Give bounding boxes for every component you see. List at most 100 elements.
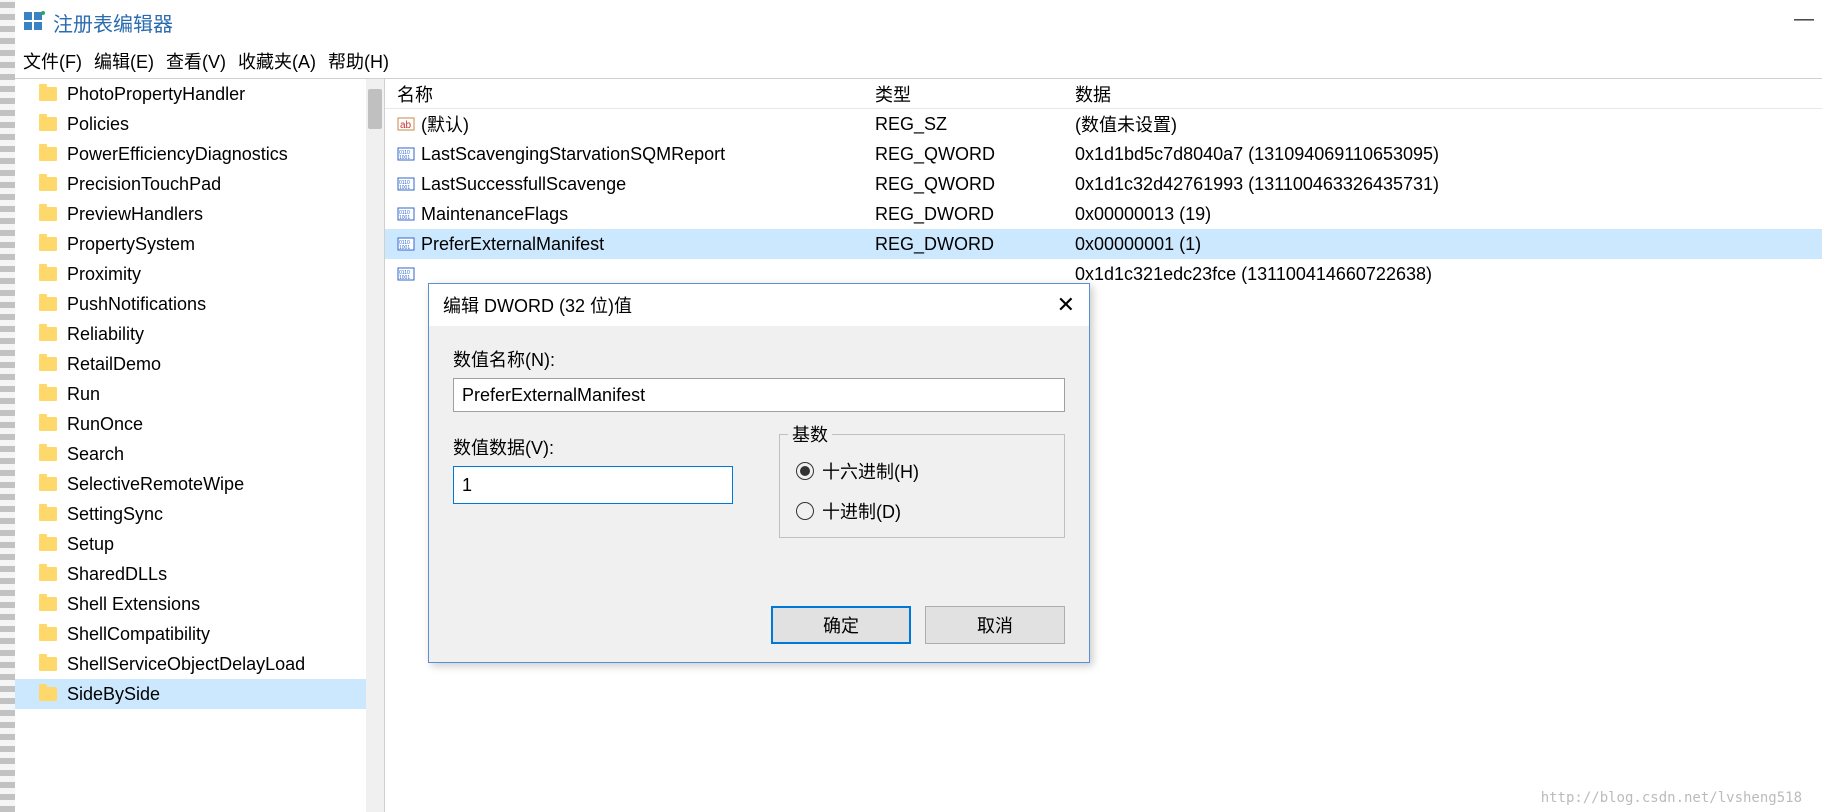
tree-item[interactable]: PreviewHandlers — [15, 199, 384, 229]
string-value-icon: ab — [397, 115, 415, 133]
dialog-titlebar[interactable]: 编辑 DWORD (32 位)值 ✕ — [429, 284, 1089, 326]
tree-item[interactable]: PushNotifications — [15, 289, 384, 319]
tree-item[interactable]: RetailDemo — [15, 349, 384, 379]
tree-item[interactable]: PhotoPropertyHandler — [15, 79, 384, 109]
tree-item[interactable]: Shell Extensions — [15, 589, 384, 619]
radio-hex-icon — [796, 462, 814, 480]
tree-item[interactable]: ShellServiceObjectDelayLoad — [15, 649, 384, 679]
value-name: LastScavengingStarvationSQMReport — [421, 144, 725, 165]
cancel-button[interactable]: 取消 — [925, 606, 1065, 644]
base-label: 基数 — [788, 421, 832, 447]
value-data: 0x00000001 (1) — [1075, 234, 1822, 255]
list-row[interactable]: 01101001MaintenanceFlagsREG_DWORD0x00000… — [385, 199, 1822, 229]
folder-icon — [39, 87, 57, 101]
dialog-buttons: 确定 取消 — [771, 606, 1065, 644]
tree-item-label: SideBySide — [67, 684, 160, 705]
tree-item[interactable]: Policies — [15, 109, 384, 139]
tree-item-label: Setup — [67, 534, 114, 555]
ok-button[interactable]: 确定 — [771, 606, 911, 644]
folder-icon — [39, 387, 57, 401]
tree-item[interactable]: PropertySystem — [15, 229, 384, 259]
tree-item-label: RetailDemo — [67, 354, 161, 375]
tree-item-label: PushNotifications — [67, 294, 206, 315]
header-type[interactable]: 类型 — [875, 81, 1075, 107]
tree-item-label: SettingSync — [67, 504, 163, 525]
tree-item[interactable]: Setup — [15, 529, 384, 559]
radio-dec[interactable]: 十进制(D) — [796, 491, 1048, 531]
edit-dword-dialog: 编辑 DWORD (32 位)值 ✕ 数值名称(N): 数值数据(V): 基数 — [428, 283, 1090, 663]
dialog-title: 编辑 DWORD (32 位)值 — [443, 292, 632, 318]
tree-item[interactable]: RunOnce — [15, 409, 384, 439]
binary-value-icon: 01101001 — [397, 265, 415, 283]
screenshot-left-strip — [0, 0, 15, 812]
svg-text:1001: 1001 — [399, 215, 410, 221]
value-type: REG_SZ — [875, 114, 1075, 135]
tree-item[interactable]: PrecisionTouchPad — [15, 169, 384, 199]
tree-item[interactable]: Proximity — [15, 259, 384, 289]
folder-icon — [39, 267, 57, 281]
tree-item-label: PreviewHandlers — [67, 204, 203, 225]
tree-item[interactable]: PowerEfficiencyDiagnostics — [15, 139, 384, 169]
value-name: PreferExternalManifest — [421, 234, 604, 255]
minimize-button[interactable]: — — [1794, 8, 1814, 31]
menu-favorites[interactable]: 收藏夹(A) — [238, 48, 316, 74]
registry-tree-panel[interactable]: PhotoPropertyHandler Policies PowerEfficie… — [15, 79, 385, 812]
svg-text:1001: 1001 — [399, 185, 410, 191]
tree-item[interactable]: Search — [15, 439, 384, 469]
value-type: REG_DWORD — [875, 234, 1075, 255]
value-data-label: 数值数据(V): — [453, 434, 739, 460]
list-row[interactable]: 01101001 PreferExternalManifest REG_DWORD0… — [385, 229, 1822, 259]
folder-icon — [39, 597, 57, 611]
scrollbar-thumb[interactable] — [368, 89, 382, 129]
folder-icon — [39, 327, 57, 341]
close-icon[interactable]: ✕ — [1057, 292, 1075, 318]
tree-item[interactable]: SideBySide — [15, 679, 384, 709]
tree-item[interactable]: SelectiveRemoteWipe — [15, 469, 384, 499]
menu-view[interactable]: 查看(V) — [166, 48, 226, 74]
folder-icon — [39, 417, 57, 431]
folder-icon — [39, 147, 57, 161]
radio-hex[interactable]: 十六进制(H) — [796, 451, 1048, 491]
list-row[interactable]: 01101001LastSuccessfullScavengeREG_QWORD… — [385, 169, 1822, 199]
binary-value-icon: 01101001 — [397, 235, 415, 253]
radio-hex-label: 十六进制(H) — [822, 458, 919, 484]
tree-item[interactable]: Run — [15, 379, 384, 409]
tree-item-label: SharedDLLs — [67, 564, 167, 585]
value-name-input[interactable] — [453, 378, 1065, 412]
tree-item-label: Run — [67, 384, 100, 405]
tree-item-label: SelectiveRemoteWipe — [67, 474, 244, 495]
dialog-body: 数值名称(N): 数值数据(V): 基数 十六进制(H) — [429, 326, 1089, 558]
value-data: (数值未设置) — [1075, 111, 1822, 137]
tree-item-label: PowerEfficiencyDiagnostics — [67, 144, 288, 165]
binary-value-icon: 01101001 — [397, 145, 415, 163]
window-titlebar[interactable]: 注册表编辑器 — — [15, 0, 1822, 44]
tree-item[interactable]: Reliability — [15, 319, 384, 349]
folder-icon — [39, 687, 57, 701]
svg-text:1001: 1001 — [399, 275, 410, 281]
menu-file[interactable]: 文件(F) — [23, 48, 82, 74]
window-title: 注册表编辑器 — [53, 8, 173, 37]
value-data-input[interactable] — [453, 466, 733, 504]
header-data[interactable]: 数据 — [1075, 81, 1822, 107]
value-name: (默认) — [421, 111, 469, 137]
tree-item[interactable]: SharedDLLs — [15, 559, 384, 589]
tree-item-label: Policies — [67, 114, 129, 135]
list-row[interactable]: ab (默认) REG_SZ(数值未设置) — [385, 109, 1822, 139]
tree-scrollbar[interactable] — [366, 79, 384, 812]
app-icon — [23, 11, 45, 33]
value-data: 0x00000013 (19) — [1075, 204, 1822, 225]
value-name: LastSuccessfullScavenge — [421, 174, 626, 195]
value-type: REG_QWORD — [875, 144, 1075, 165]
svg-text:1001: 1001 — [399, 155, 410, 161]
menu-help[interactable]: 帮助(H) — [328, 48, 389, 74]
base-fieldset: 基数 十六进制(H) 十进制(D) — [779, 434, 1065, 538]
header-name[interactable]: 名称 — [385, 81, 875, 107]
list-row[interactable]: 01101001 LastScavengingStarvationSQMRepor… — [385, 139, 1822, 169]
tree-item[interactable]: SettingSync — [15, 499, 384, 529]
menu-edit[interactable]: 编辑(E) — [94, 48, 154, 74]
folder-icon — [39, 477, 57, 491]
tree-item-label: Search — [67, 444, 124, 465]
tree-item-label: PrecisionTouchPad — [67, 174, 221, 195]
list-header: 名称 类型 数据 — [385, 79, 1822, 109]
tree-item[interactable]: ShellCompatibility — [15, 619, 384, 649]
